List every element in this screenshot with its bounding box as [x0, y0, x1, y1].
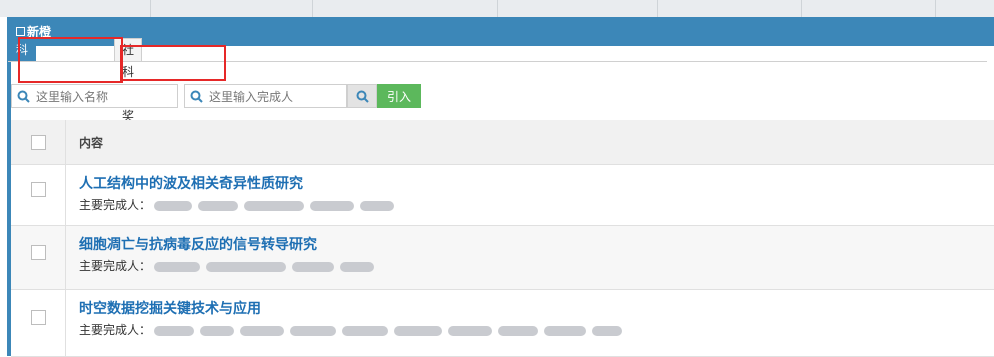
tab-underline [8, 61, 987, 62]
redacted-name [448, 325, 493, 336]
award-title-link[interactable]: 细胞凋亡与抗病毒反应的信号转导研究 [79, 234, 317, 254]
panel-icon [16, 27, 25, 36]
import-button[interactable]: 引入 [377, 84, 421, 108]
redacted-name [154, 200, 193, 211]
select-all-checkbox[interactable] [31, 135, 46, 150]
table-row: 细胞凋亡与抗病毒反应的信号转导研究 主要完成人： [11, 226, 994, 290]
completers-label: 主要完成人： [79, 259, 152, 273]
search-button[interactable] [347, 84, 377, 108]
content-column-header: 内容 [79, 136, 104, 150]
search-icon [17, 90, 30, 103]
completers-label: 主要完成人： [79, 198, 152, 212]
redacted-name [200, 325, 235, 336]
strip-divider [657, 0, 658, 17]
column-divider [65, 290, 66, 356]
award-title-link[interactable]: 人工结构中的波及相关奇异性质研究 [79, 173, 303, 193]
redacted-name [310, 200, 355, 211]
table-header-row: 内容 [11, 120, 994, 165]
completers-line: 主要完成人： [79, 257, 377, 274]
strip-divider [497, 0, 498, 17]
redacted-name [394, 325, 443, 336]
completer-search-field[interactable] [184, 84, 351, 108]
completers-label: 主要完成人： [79, 323, 152, 337]
panel-header: 新橙 [7, 17, 994, 46]
redacted-name [206, 261, 287, 272]
redacted-name [342, 325, 389, 336]
top-grid-strip [0, 0, 994, 17]
completers-line: 主要完成人： [79, 321, 625, 338]
name-search-input[interactable] [34, 87, 178, 107]
table-row: 人工结构中的波及相关奇异性质研究 主要完成人： [11, 165, 994, 226]
completers-line: 主要完成人： [79, 196, 397, 213]
redacted-name [154, 325, 195, 336]
redacted-name [340, 261, 375, 272]
redacted-name [154, 261, 201, 272]
column-divider [65, 120, 66, 164]
completer-search-input[interactable] [207, 87, 351, 107]
strip-divider [312, 0, 313, 17]
strip-divider [801, 0, 802, 17]
tab-social-sci-award-library[interactable]: 社科院奖励库 [114, 38, 143, 167]
award-title-link[interactable]: 时空数据挖掘关键技术与应用 [79, 298, 261, 318]
redacted-name [360, 200, 395, 211]
column-divider [65, 165, 66, 225]
redacted-name [290, 325, 337, 336]
row-checkbox[interactable] [31, 310, 46, 325]
search-icon [190, 90, 203, 103]
column-divider [65, 226, 66, 289]
strip-divider [935, 0, 936, 17]
redacted-name [592, 325, 623, 336]
redacted-name [544, 325, 587, 336]
redacted-name [292, 261, 335, 272]
table-row: 时空数据挖掘关键技术与应用 主要完成人： [11, 290, 994, 357]
redacted-name [240, 325, 285, 336]
row-checkbox[interactable] [31, 182, 46, 197]
tab-sci-award-library[interactable]: 科发院奖励库 [8, 38, 37, 167]
name-search-field[interactable] [11, 84, 178, 108]
redacted-name [198, 200, 239, 211]
redacted-name [498, 325, 539, 336]
search-icon [356, 90, 369, 103]
redacted-name [244, 200, 305, 211]
row-checkbox[interactable] [31, 245, 46, 260]
strip-divider [150, 0, 151, 17]
